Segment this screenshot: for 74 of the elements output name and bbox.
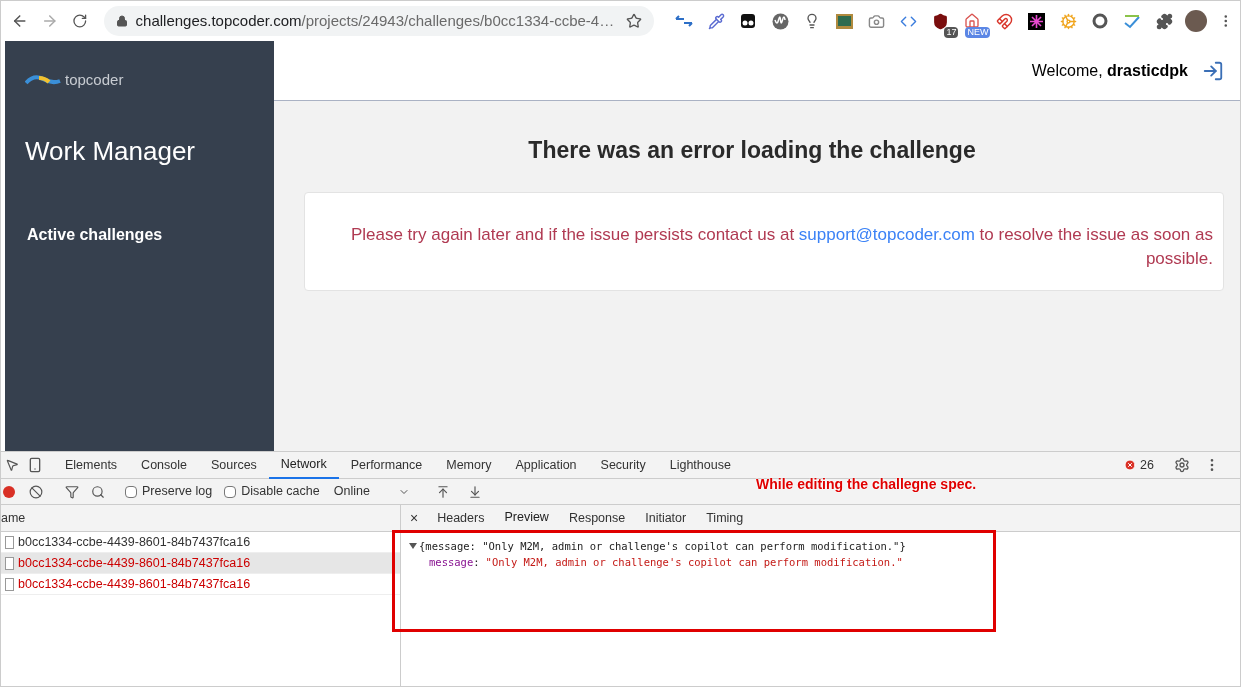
file-icon [5,577,14,591]
extension-badge: 17 [944,27,959,38]
camera-icon[interactable] [867,12,885,30]
checkmark-icon[interactable] [1123,13,1142,29]
upload-icon[interactable] [435,484,450,499]
device-toolbar-icon[interactable] [27,457,43,473]
separator-text: : [473,556,480,568]
checkbox-label[interactable]: Disable cache [241,482,320,501]
devtools-tab[interactable]: Performance [338,451,435,479]
logo-text: topcoder [65,70,124,90]
detail-tab[interactable]: Response [558,504,636,532]
detail-tab[interactable]: Initiator [635,504,697,532]
extension-badge: NEW [965,27,991,38]
devtools-tab[interactable]: Memory [434,451,504,479]
column-header[interactable]: ame [1,505,400,532]
checkbox-label[interactable]: Preserve log [142,482,213,501]
avatar-icon[interactable] [1185,10,1208,32]
devtools-tab[interactable]: Elements [53,451,130,479]
annotation-text: While editing the challegne spec. [756,475,977,494]
nav-link[interactable]: Active challenges [27,222,274,247]
swap-arrows-icon[interactable] [675,15,694,27]
devtools-tab[interactable]: Lighthouse [657,451,743,479]
request-name: b0cc1334-ccbe-4439-8601-84b7437fca16 [18,575,251,593]
reload-icon[interactable] [72,13,88,29]
logout-icon[interactable] [1202,59,1224,82]
logo-icon [25,74,61,87]
devtools-tab[interactable]: Console [129,451,199,479]
address-bar[interactable]: challenges.topcoder.com/projects/24943/challenges/b0cc1334-ccbe-4… [103,6,655,36]
detail-tab[interactable]: Timing [696,504,754,532]
bookmark-star-icon[interactable] [626,13,643,29]
request-name: b0cc1334-ccbe-4439-8601-84b7437fca16 [18,554,251,572]
error-title: There was an error loading the challenge [527,136,977,165]
lock-icon [115,15,128,27]
settings-icon[interactable] [1174,457,1190,473]
expand-triangle-icon[interactable] [409,543,417,549]
eyedropper-icon[interactable] [707,12,725,30]
wave-icon[interactable] [771,12,789,30]
error-message: Please try again later and if the issue persists contact us at support@topcoder.com to resolve the issue as soon as possible. [349,223,1213,270]
record-icon[interactable] [3,485,15,498]
devtools-tab[interactable]: Application [503,451,589,479]
throttling-dropdown[interactable]: Online [333,482,410,501]
home-icon[interactable] [964,13,981,29]
checkbox[interactable] [224,485,237,498]
request-name: b0cc1334-ccbe-4439-8601-84b7437fca16 [18,533,251,551]
property-value: "Only M2M, admin or challenge's copilot can perform modification." [485,556,903,568]
inspect-icon[interactable] [5,458,19,472]
detail-tab[interactable]: Headers [427,504,495,532]
preview-summary: {message: "Only M2M, admin or challenge's copilot can perform modification."} [419,539,906,554]
magnet-icon[interactable] [995,12,1013,30]
devtools-tab[interactable]: Security [588,451,658,479]
error-icon [1124,459,1137,471]
detail-tab[interactable]: Preview [494,504,559,532]
property-key: message [429,556,474,568]
file-icon [5,535,14,549]
shield-icon[interactable] [931,12,949,30]
request-row[interactable]: b0cc1334-ccbe-4439-8601-84b7437fca16 [1,553,400,574]
welcome-text: Welcome, drasticdpk [1031,60,1188,81]
puzzle-icon[interactable] [1155,12,1173,30]
filter-icon[interactable] [65,484,79,499]
glasses-icon[interactable] [740,13,757,29]
clear-icon[interactable] [29,484,43,499]
devtools-tab[interactable]: Sources [199,451,269,479]
download-icon[interactable] [467,484,482,499]
ring-icon[interactable] [1092,13,1109,29]
app-title: Work Manager [25,134,197,168]
file-icon [5,556,14,570]
support-email-link[interactable]: support@topcoder.com [798,224,975,244]
error-count: 26 [1140,456,1154,474]
close-button[interactable]: × [401,507,428,529]
burst-icon[interactable] [1027,12,1045,30]
chalkboard-icon[interactable] [835,13,853,29]
checkbox[interactable] [125,485,137,498]
url-text: challenges.topcoder.com/projects/24943/challenges/b0cc1334-ccbe-4… [135,10,615,31]
search-icon[interactable] [91,484,105,499]
